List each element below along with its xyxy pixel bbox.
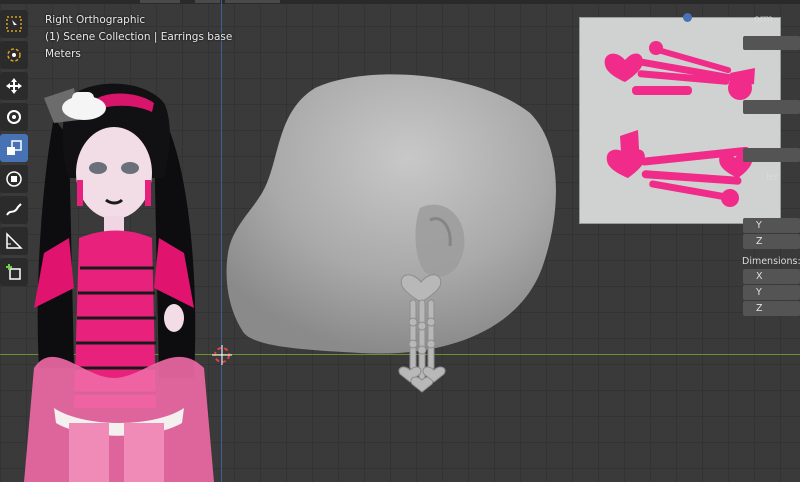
transform-icon bbox=[6, 171, 22, 187]
transform-tool[interactable] bbox=[0, 165, 28, 193]
view-name: Right Orthographic bbox=[45, 14, 146, 26]
rotation-y-field[interactable]: Y bbox=[743, 218, 800, 233]
move-icon bbox=[6, 78, 22, 94]
axis-y-label: Y bbox=[756, 220, 762, 231]
dimensions-label: Dimensions: bbox=[742, 256, 800, 267]
add-cube-icon bbox=[6, 264, 21, 280]
collection-info: (1) Scene Collection | Earrings base bbox=[45, 31, 233, 43]
navigation-gizmo-dot[interactable] bbox=[683, 13, 692, 22]
n-panel-properties: orm ler Y Z Dimensions: X Y Z bbox=[740, 0, 800, 330]
select-box-tool[interactable] bbox=[0, 10, 28, 38]
scale-icon bbox=[7, 140, 22, 155]
3d-cursor-icon[interactable] bbox=[212, 345, 232, 365]
measure-tool[interactable] bbox=[0, 227, 28, 255]
units-label: Meters bbox=[45, 48, 81, 60]
rotate-tool[interactable] bbox=[0, 103, 28, 131]
dim-z-label: Z bbox=[756, 303, 763, 314]
rotation-x-field[interactable] bbox=[743, 148, 800, 162]
earring-mesh[interactable] bbox=[386, 264, 456, 399]
rotation-z-field[interactable]: Z bbox=[743, 234, 800, 249]
move-tool[interactable] bbox=[0, 72, 28, 100]
doll-reference-image[interactable] bbox=[14, 78, 229, 482]
dimension-y-field[interactable]: Y bbox=[743, 285, 800, 300]
cursor-icon bbox=[7, 48, 21, 62]
dimension-x-field[interactable]: X bbox=[743, 269, 800, 284]
axis-z-label: Z bbox=[756, 236, 763, 247]
location-x-field[interactable] bbox=[743, 36, 800, 50]
viewport-info: Right Orthographic (1) Scene Collection … bbox=[45, 12, 232, 63]
cursor-tool[interactable] bbox=[0, 41, 28, 69]
header-strip bbox=[0, 0, 800, 4]
annotate-tool[interactable] bbox=[0, 196, 28, 224]
scale-tool[interactable] bbox=[0, 134, 28, 162]
dimension-z-field[interactable]: Z bbox=[743, 301, 800, 316]
add-cube-tool[interactable] bbox=[0, 258, 28, 286]
location-z-field[interactable] bbox=[743, 100, 800, 114]
tool-shelf bbox=[0, 10, 30, 289]
dim-y-label: Y bbox=[756, 287, 762, 298]
rotate-icon bbox=[7, 110, 21, 124]
rotation-mode-label: ler bbox=[766, 172, 779, 183]
3d-viewport[interactable] bbox=[0, 0, 800, 482]
select-box-icon bbox=[6, 16, 22, 32]
transform-header: orm bbox=[754, 14, 773, 25]
annotate-icon bbox=[6, 203, 22, 216]
dim-x-label: X bbox=[756, 271, 763, 282]
measure-icon bbox=[6, 232, 23, 249]
